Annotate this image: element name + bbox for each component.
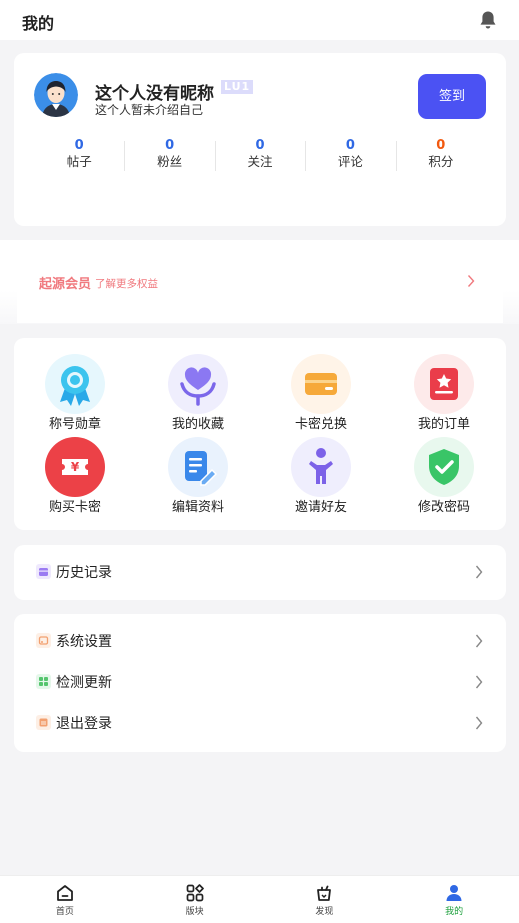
medal-icon xyxy=(45,354,105,414)
edit-document-icon xyxy=(168,437,228,497)
stat-value: 0 xyxy=(165,138,175,153)
grid-item-favorites[interactable]: 我的收藏 xyxy=(143,354,253,432)
stat-fans[interactable]: 0 粉丝 xyxy=(124,139,214,171)
stat-label: 积分 xyxy=(428,154,454,169)
tab-mine[interactable]: 我的 xyxy=(389,876,519,923)
stat-value: 0 xyxy=(345,138,355,153)
bell-icon[interactable] xyxy=(479,10,497,30)
list-item-label: 检测更新 xyxy=(56,675,112,691)
grid-label: 邀请好友 xyxy=(294,500,347,515)
grid-label: 修改密码 xyxy=(417,500,470,515)
grid-item-invite[interactable]: 邀请好友 xyxy=(266,437,376,515)
discover-icon xyxy=(317,885,332,901)
membership-banner[interactable]: 起源会员 了解更多权益 xyxy=(17,240,503,323)
grid-label: 我的订单 xyxy=(417,417,470,432)
grid-label: 卡密兑换 xyxy=(294,417,347,432)
heart-hand-icon xyxy=(168,354,228,414)
tab-sections[interactable]: 版块 xyxy=(130,876,260,923)
tab-label: 我的 xyxy=(445,907,464,917)
grid-label: 我的收藏 xyxy=(171,417,224,432)
shield-check-icon xyxy=(414,437,474,497)
stat-label: 关注 xyxy=(247,154,273,169)
stat-value: 0 xyxy=(255,138,265,153)
grid-label: 购买卡密 xyxy=(48,500,101,515)
grid-item-orders[interactable]: 我的订单 xyxy=(389,354,499,432)
grid-icon xyxy=(186,884,204,902)
stat-value: 0 xyxy=(436,138,446,153)
list-item-history[interactable]: 历史记录 xyxy=(14,552,506,592)
card-wallet-icon xyxy=(291,354,351,414)
stat-label: 评论 xyxy=(337,154,363,169)
ticket-yen-icon: ¥ xyxy=(45,437,105,497)
chevron-right-icon xyxy=(475,675,483,689)
bottom-tab-bar: 首页 版块 发现 我的 xyxy=(0,875,519,923)
tab-home[interactable]: 首页 xyxy=(0,876,130,923)
grid-item-change-password[interactable]: 修改密码 xyxy=(389,437,499,515)
stat-posts[interactable]: 0 帖子 xyxy=(34,139,124,171)
list-item-settings[interactable]: 系统设置 xyxy=(14,621,506,661)
signin-button[interactable]: 签到 xyxy=(418,74,486,119)
grid-label: 称号勋章 xyxy=(48,417,101,432)
grid-item-card-redeem[interactable]: 卡密兑换 xyxy=(266,354,376,432)
stat-following[interactable]: 0 关注 xyxy=(214,138,305,171)
tab-label: 发现 xyxy=(315,907,334,917)
page-title: 我的 xyxy=(22,14,55,33)
tab-discover[interactable]: 发现 xyxy=(260,876,390,923)
chevron-right-icon xyxy=(467,275,475,287)
grid-item-edit-profile[interactable]: 编辑资料 xyxy=(143,437,253,515)
membership-title: 起源会员 xyxy=(39,277,92,292)
home-icon xyxy=(56,885,73,901)
list-item-logout[interactable]: 退出登录 xyxy=(14,703,506,743)
invite-person-icon xyxy=(291,437,351,497)
chevron-right-icon xyxy=(475,565,483,579)
stat-points[interactable]: 0 积分 xyxy=(395,138,486,171)
stat-comments[interactable]: 0 评论 xyxy=(305,139,395,171)
svg-text:¥: ¥ xyxy=(71,460,80,474)
grid-item-medal[interactable]: 称号勋章 xyxy=(20,354,130,432)
profile-icon xyxy=(446,885,462,901)
grid-label: 编辑资料 xyxy=(171,500,224,515)
list-item-label: 系统设置 xyxy=(56,634,112,650)
top-bar: 我的 xyxy=(0,0,519,40)
list-item-update[interactable]: 检测更新 xyxy=(14,662,506,702)
history-list: 历史记录 xyxy=(14,545,506,600)
order-icon xyxy=(414,354,474,414)
tab-label: 版块 xyxy=(185,907,204,917)
logout-icon xyxy=(36,715,51,730)
tab-label: 首页 xyxy=(55,907,74,917)
chevron-right-icon xyxy=(475,716,483,730)
profile-card: 这个人没有昵称 LU1 这个人暂未介绍自己 签到 0 帖子 0 粉丝 0 关注 … xyxy=(14,53,506,226)
stats-row: 0 帖子 0 粉丝 0 关注 0 评论 0 积分 xyxy=(34,139,486,171)
grid-item-buy-card[interactable]: ¥ 购买卡密 xyxy=(20,437,130,515)
feature-grid: 称号勋章 我的收藏 卡密兑换 我的订单 ¥ 购买卡密 编辑资料 邀请好友 修改密… xyxy=(14,338,506,530)
update-icon xyxy=(36,674,51,689)
level-badge: LU1 xyxy=(221,80,254,94)
chevron-right-icon xyxy=(475,634,483,648)
history-icon xyxy=(36,564,51,579)
bio-text: 这个人暂未介绍自己 xyxy=(95,103,204,117)
settings-list: 系统设置 检测更新 退出登录 xyxy=(14,614,506,752)
list-item-label: 历史记录 xyxy=(56,565,112,581)
membership-subtitle: 了解更多权益 xyxy=(95,278,158,290)
list-item-label: 退出登录 xyxy=(56,716,112,732)
avatar[interactable] xyxy=(34,73,78,117)
stat-value: 0 xyxy=(74,138,84,153)
settings-icon xyxy=(36,633,51,648)
stat-label: 粉丝 xyxy=(157,154,183,169)
stat-label: 帖子 xyxy=(66,154,92,169)
